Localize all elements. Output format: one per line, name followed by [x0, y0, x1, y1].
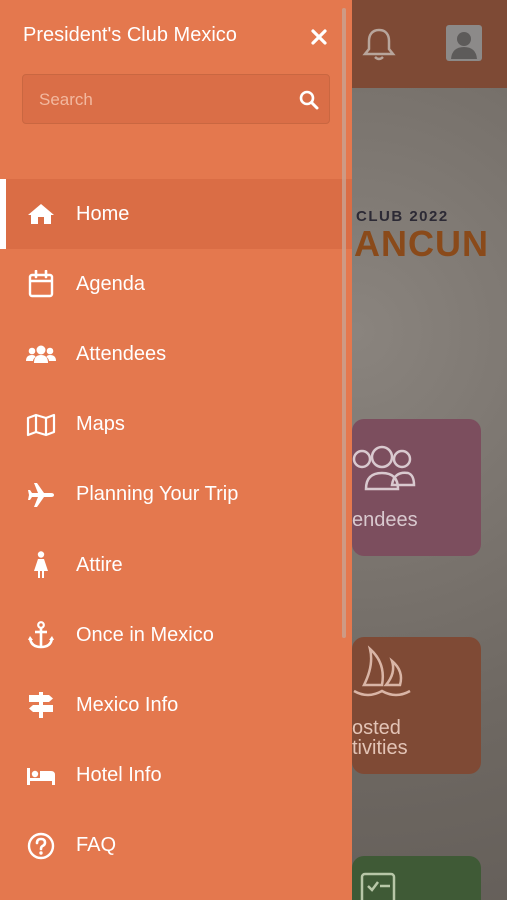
person-dress-icon [26, 550, 56, 580]
users-icon [26, 339, 56, 369]
anchor-icon [26, 620, 56, 650]
navigation-drawer: President's Club Mexico Home [0, 0, 352, 900]
menu-item-home[interactable]: Home [0, 179, 352, 250]
checklist-icon [360, 872, 396, 900]
event-banner-line2: ANCUN [354, 223, 489, 264]
menu-item-attendees[interactable]: Attendees [0, 319, 352, 389]
menu-item-label: Home [76, 202, 130, 225]
menu-item-attire[interactable]: Attire [0, 530, 352, 600]
menu-item-label: Once in Mexico [76, 623, 214, 646]
calendar-icon [26, 269, 56, 299]
menu-item-once-in-mexico[interactable]: Once in Mexico [0, 600, 352, 670]
menu-item-faq[interactable]: FAQ [0, 811, 352, 881]
drawer-menu: Home Agenda Attendees Maps Planning Your… [0, 179, 352, 881]
attendees-tile-label: endees [352, 509, 418, 531]
signpost-icon [26, 690, 56, 720]
search-icon[interactable] [299, 90, 319, 110]
sailboat-icon [353, 645, 411, 697]
drawer-title: President's Club Mexico [23, 24, 237, 46]
menu-item-label: Hotel Info [76, 764, 162, 787]
checklist-tile[interactable] [352, 856, 481, 900]
search-input[interactable] [39, 88, 279, 112]
close-icon[interactable] [306, 24, 332, 50]
attendees-tile[interactable]: endees [352, 419, 481, 556]
menu-item-maps[interactable]: Maps [0, 390, 352, 460]
search-box[interactable] [22, 74, 330, 124]
menu-item-label: Agenda [76, 272, 145, 295]
menu-item-label: Planning Your Trip [76, 483, 239, 506]
notification-bell-icon[interactable] [362, 26, 396, 62]
question-circle-icon [26, 831, 56, 861]
drawer-scrollbar[interactable] [342, 8, 346, 638]
menu-item-planning-your-trip[interactable]: Planning Your Trip [0, 460, 352, 530]
home-icon [26, 199, 56, 229]
menu-item-label: Maps [76, 413, 125, 436]
hosted-activities-tile[interactable]: osted tivities [352, 637, 481, 774]
menu-item-label: FAQ [76, 834, 117, 857]
menu-item-agenda[interactable]: Agenda [0, 249, 352, 319]
attendees-group-icon [352, 445, 416, 491]
plane-icon [26, 480, 56, 510]
hosted-tile-label-2: tivities [352, 737, 408, 759]
menu-item-label: Attendees [76, 342, 167, 365]
menu-item-label: Mexico Info [76, 693, 179, 716]
menu-item-mexico-info[interactable]: Mexico Info [0, 670, 352, 740]
menu-item-label: Attire [76, 553, 123, 576]
map-icon [26, 410, 56, 440]
avatar[interactable] [446, 25, 482, 61]
bed-icon [26, 761, 56, 791]
menu-item-hotel-info[interactable]: Hotel Info [0, 741, 352, 811]
